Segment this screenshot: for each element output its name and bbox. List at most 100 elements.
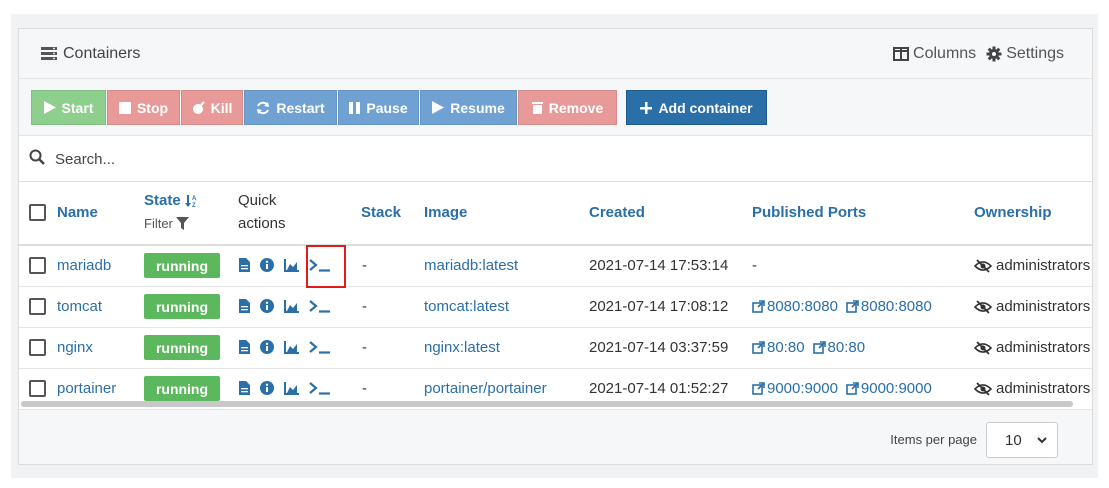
ownership: administrators xyxy=(974,298,1090,315)
logs-icon[interactable] xyxy=(239,299,250,313)
plus-icon xyxy=(640,101,653,114)
sort-icon: AZ xyxy=(184,194,199,208)
resume-button[interactable]: Resume xyxy=(420,90,517,125)
info-icon[interactable] xyxy=(260,340,274,354)
restart-label: Restart xyxy=(276,99,325,116)
row-checkbox[interactable] xyxy=(29,298,46,315)
published-port-link[interactable]: 8080:8080 xyxy=(752,298,838,315)
restart-button[interactable]: Restart xyxy=(244,90,337,125)
stats-icon[interactable] xyxy=(284,381,299,395)
table-header: Name State AZ Filter Quick actions Stack… xyxy=(19,182,1092,246)
published-port-label: 80:80 xyxy=(767,339,805,356)
containers-panel: Containers Columns Settings Start Stop K… xyxy=(18,28,1093,465)
info-icon[interactable] xyxy=(260,381,274,395)
published-ports: - xyxy=(752,257,757,274)
stats-icon[interactable] xyxy=(284,299,299,313)
bomb-icon xyxy=(192,101,205,114)
ownership: administrators xyxy=(974,339,1090,356)
column-ownership[interactable]: Ownership xyxy=(974,204,1052,221)
created-value: 2021-07-14 17:08:12 xyxy=(589,298,729,315)
pause-button[interactable]: Pause xyxy=(338,90,419,125)
svg-text:Z: Z xyxy=(192,203,196,208)
status-badge: running xyxy=(144,294,220,319)
column-created[interactable]: Created xyxy=(589,204,645,221)
row-checkbox[interactable] xyxy=(29,380,46,397)
stop-button[interactable]: Stop xyxy=(107,90,180,125)
published-port-link[interactable]: 9000:9000 xyxy=(846,380,932,397)
svg-text:A: A xyxy=(192,196,197,202)
published-port-link[interactable]: 9000:9000 xyxy=(752,380,838,397)
kill-button[interactable]: Kill xyxy=(181,90,243,125)
console-icon[interactable] xyxy=(309,381,331,395)
ownership-label: administrators xyxy=(996,339,1091,356)
panel-title: Containers xyxy=(41,45,140,63)
external-link-icon xyxy=(752,341,765,354)
console-icon[interactable] xyxy=(309,340,331,354)
container-name-link[interactable]: portainer xyxy=(57,380,116,397)
stop-label: Stop xyxy=(136,99,169,116)
start-label: Start xyxy=(61,99,94,116)
items-per-page-select[interactable]: 10 xyxy=(986,422,1058,458)
kill-label: Kill xyxy=(210,99,233,116)
column-published-ports[interactable]: Published Ports xyxy=(752,204,866,221)
column-stack[interactable]: Stack xyxy=(361,204,401,221)
play-icon xyxy=(43,101,56,114)
external-link-icon xyxy=(752,300,765,313)
settings-button[interactable]: Settings xyxy=(986,45,1064,63)
columns-button[interactable]: Columns xyxy=(893,45,976,63)
logs-icon[interactable] xyxy=(239,258,250,272)
container-name-link[interactable]: nginx xyxy=(57,339,93,356)
start-button[interactable]: Start xyxy=(31,90,106,125)
info-icon[interactable] xyxy=(260,258,274,272)
stats-icon[interactable] xyxy=(284,258,299,272)
published-port-link[interactable]: 80:80 xyxy=(812,339,865,356)
published-ports: 80:80 80:80 xyxy=(752,339,873,358)
published-port-link[interactable]: 8080:8080 xyxy=(846,298,932,315)
remove-label: Remove xyxy=(548,99,604,116)
ports-empty: - xyxy=(752,257,757,274)
server-icon xyxy=(41,47,57,61)
filter-icon xyxy=(175,217,189,230)
image-link[interactable]: tomcat:latest xyxy=(424,298,509,315)
logs-icon[interactable] xyxy=(239,381,250,395)
image-link[interactable]: mariadb:latest xyxy=(424,257,518,274)
image-link[interactable]: portainer/portainer xyxy=(424,380,547,397)
console-icon[interactable] xyxy=(309,299,331,313)
pause-label: Pause xyxy=(366,99,408,116)
add-container-label: Add container xyxy=(658,99,753,116)
state-filter-button[interactable]: Filter xyxy=(144,216,189,231)
search-bar xyxy=(19,136,1092,182)
row-checkbox[interactable] xyxy=(29,339,46,356)
ownership-label: administrators xyxy=(996,380,1091,397)
column-state[interactable]: State AZ xyxy=(144,192,199,209)
chevron-down-icon xyxy=(1037,436,1047,444)
horizontal-scrollbar[interactable] xyxy=(21,401,1073,407)
select-all-checkbox[interactable] xyxy=(29,204,46,221)
trash-icon xyxy=(531,101,543,114)
stats-icon[interactable] xyxy=(284,340,299,354)
table-row: nginx running - nginx:latest 2021-07-14 03:3… xyxy=(19,328,1092,369)
add-container-button[interactable]: Add container xyxy=(626,90,767,125)
container-name-link[interactable]: tomcat xyxy=(57,298,102,315)
container-name-link[interactable]: mariadb xyxy=(57,257,111,274)
panel-title-label: Containers xyxy=(63,45,141,62)
gear-icon xyxy=(986,46,1002,62)
row-checkbox[interactable] xyxy=(29,257,46,274)
stack-value: - xyxy=(362,257,367,274)
search-input[interactable] xyxy=(55,144,455,174)
logs-icon[interactable] xyxy=(239,340,250,354)
created-value: 2021-07-14 17:53:14 xyxy=(589,257,729,274)
published-ports: 8080:8080 8080:8080 xyxy=(752,298,940,317)
pause-icon xyxy=(349,101,361,114)
table-row: mariadb running - mariadb:latest 2021-07-14 … xyxy=(19,246,1092,287)
columns-icon xyxy=(893,47,910,61)
column-image[interactable]: Image xyxy=(424,204,467,221)
info-icon[interactable] xyxy=(260,299,274,313)
column-state-label: State xyxy=(144,192,181,209)
settings-label: Settings xyxy=(1006,45,1064,62)
published-port-link[interactable]: 80:80 xyxy=(752,339,805,356)
image-link[interactable]: nginx:latest xyxy=(424,339,500,356)
remove-button[interactable]: Remove xyxy=(518,90,617,125)
column-name[interactable]: Name xyxy=(57,204,98,221)
status-badge: running xyxy=(144,253,220,278)
